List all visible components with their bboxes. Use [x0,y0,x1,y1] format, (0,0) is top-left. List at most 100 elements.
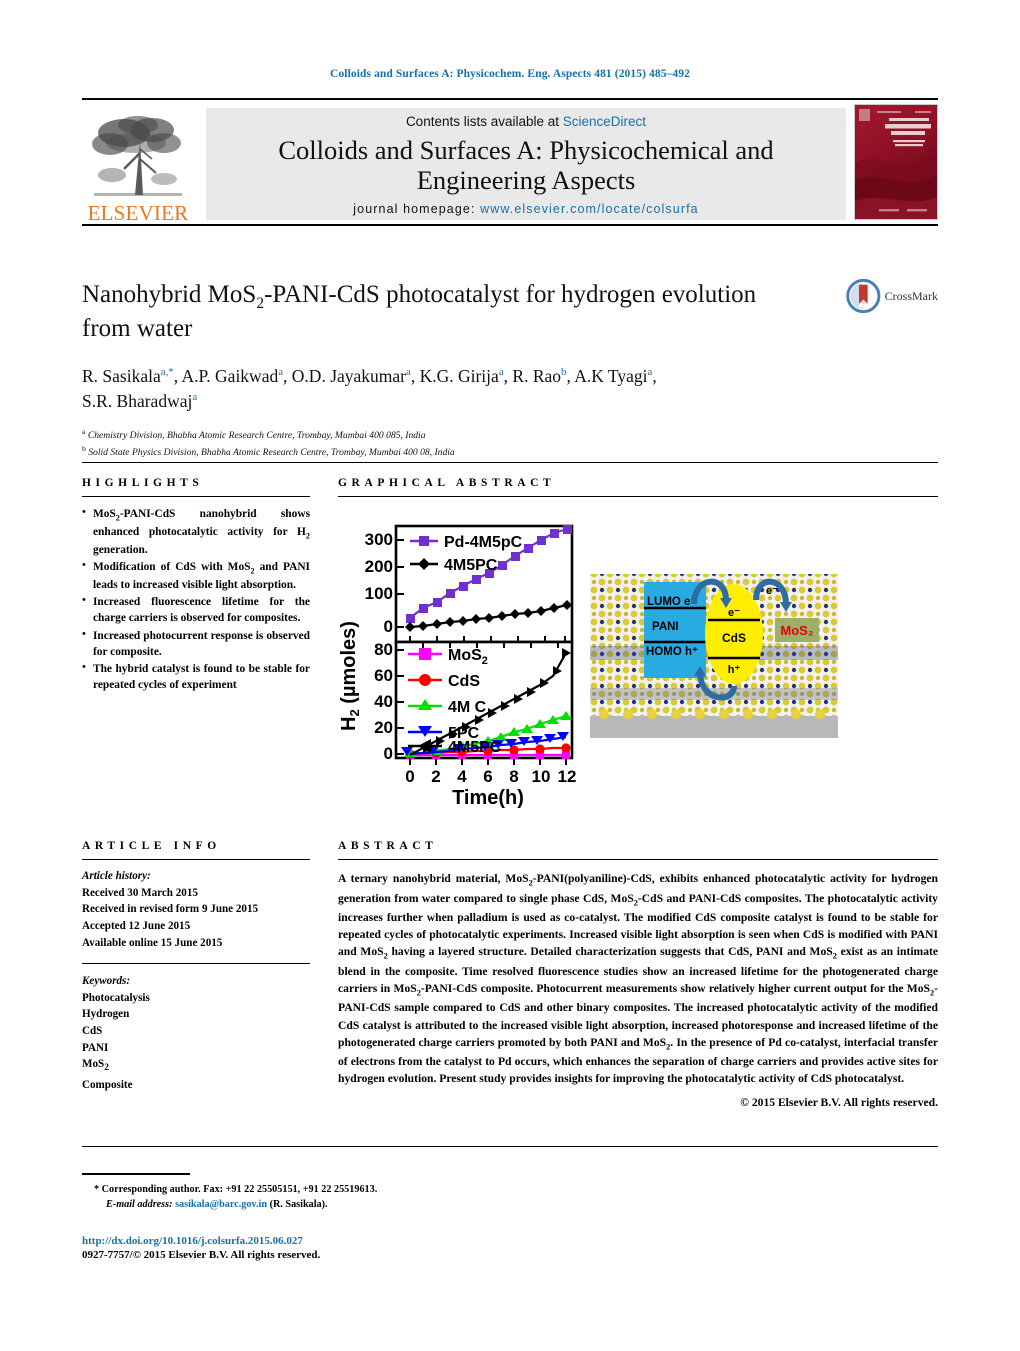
body-columns: HIGHLIGHTS MoS2-PANI-CdS nanohybrid show… [82,462,938,1109]
keywords-label: Keywords: [82,975,131,988]
article-info-rule [82,859,310,860]
masthead-top-rule [82,98,938,100]
crossmark-badge[interactable]: CrossMark [846,272,938,320]
mechanism-schematic: LUMO e⁻ PANI HOMO h⁺ e⁻ CdS h⁺ MoS₂ e⁻ [590,538,838,770]
label-lumo: LUMO e⁻ [647,596,697,608]
tick-200: 200 [365,557,393,576]
legend-4m5pc-bottom: 4M5PC [448,739,502,756]
crossmark-icon [846,278,881,314]
keyword-item: Photocatalysis [82,991,150,1004]
article-info-heading: ARTICLE INFO [82,840,221,852]
abstract-copyright: © 2015 Elsevier B.V. All rights reserved… [740,1096,938,1110]
abstract-column: ABSTRACT A ternary nanohybrid material, … [338,840,938,1109]
keyword-item: PANI [82,1041,109,1054]
issn-copyright-line: 0927-7757/© 2015 Elsevier B.V. All right… [82,1248,321,1261]
contents-prefix: Contents lists available at [405,114,563,130]
elsevier-logo: ELSEVIER [82,106,194,224]
history-label: Article history: [82,870,151,882]
chart-svg: H2 (µmoles) 300 200 100 0 Pd-4M5pC 4M5PC… [338,524,576,808]
abstract-heading: ABSTRACT [338,840,438,852]
label-electron-right: e⁻ [766,585,778,597]
list-item: Modification of CdS with MoS2 and PANI l… [82,558,310,593]
author-affil-mark: a [406,366,411,379]
sciencedirect-link[interactable]: ScienceDirect [563,114,646,129]
article-info-body: Article history: Received 30 March 2015 … [82,868,310,1093]
journal-title-line2: Engineering Aspects [416,165,636,195]
running-head: Colloids and Surfaces A: Physicochem. En… [330,68,690,80]
email-link[interactable]: sasikala@barc.gov.in [175,1199,267,1210]
list-item: MoS2-PANI-CdS nanohybrid shows enhanced … [82,505,310,558]
author-affil-mark: a [498,366,504,379]
list-item: The hybrid catalyst is found to be stabl… [82,660,310,693]
keyword-item: CdS [82,1025,103,1038]
journal-homepage-line: journal homepage: www.elsevier.com/locat… [353,202,698,216]
graphical-abstract-rule [338,496,938,497]
history-accepted: Accepted 12 June 2015 [82,919,191,932]
label-mos2: MoS₂ [780,623,813,638]
abstract-rule [338,859,938,860]
x-axis-label: Time(h) [452,787,524,808]
keyword-item: Hydrogen [82,1008,130,1021]
info-abstract-row: ARTICLE INFO Article history: Received 3… [82,840,938,1109]
paper-page: Colloids and Surfaces A: Physicochem. En… [0,0,1020,1351]
journal-cover-thumbnail [854,104,938,220]
graphical-abstract-heading: GRAPHICAL ABSTRACT [338,477,556,489]
tick-60: 60 [374,666,393,685]
legend-pd4m5pc: Pd-4M5pC [444,534,523,551]
affiliation-b-text: Solid State Physics Division, Bhabha Ato… [88,447,455,459]
chart-bottom-panel: 80 60 40 20 0 MoS2 CdS 4M C 5PC 4M5PC 0 … [374,640,576,808]
author-affil-mark: b [561,366,567,379]
tick-0-top: 0 [384,617,393,636]
y-axis-label: H2 (µmoles) [338,621,362,731]
mos2-label-box: MoS₂ [775,618,819,642]
xtick-10: 10 [532,767,551,786]
affiliation-a-text: Chemistry Division, Bhabha Atomic Resear… [87,429,426,441]
tick-20: 20 [374,718,393,737]
history-revised: Received in revised form 9 June 2015 [82,903,259,916]
homepage-prefix: journal homepage: [353,201,476,216]
chart-top-panel: 300 200 100 0 Pd-4M5pC 4M5PC [365,524,574,644]
elsevier-tree-icon [92,116,182,196]
email-suffix: (R. Sasikala). [269,1199,328,1210]
footnote-top-rule [82,1146,938,1147]
tick-40: 40 [374,692,393,711]
list-item: Increased photocurrent response is obser… [82,627,310,660]
journal-band: Contents lists available at ScienceDirec… [206,108,846,220]
corresponding-author-note: * Corresponding author. Fax: +91 22 2550… [82,1182,938,1213]
affiliation-a: a Chemistry Division, Bhabha Atomic Rese… [82,426,938,443]
tick-100: 100 [365,584,393,603]
doi-link[interactable]: http://dx.doi.org/10.1016/j.colsurfa.201… [82,1235,938,1247]
tick-300: 300 [365,530,393,549]
author-list: R. Sasikalaa,*, A.P. Gaikwada, O.D. Jaya… [82,366,657,411]
affiliations: a Chemistry Division, Bhabha Atomic Rese… [82,426,938,461]
affil-mark-b: b [82,444,86,454]
label-cds: CdS [722,631,746,645]
author-affil-mark: a [647,366,653,379]
title-line1-pre: Nanohybrid MoS [82,281,257,308]
journal-title-line1: Colloids and Surfaces A: Physicochemical… [278,135,774,166]
footnote-area: * Corresponding author. Fax: +91 22 2550… [82,1146,938,1261]
highlights-graphical-row: HIGHLIGHTS MoS2-PANI-CdS nanohybrid show… [82,477,938,808]
xtick-8: 8 [509,767,518,786]
title-block: Nanohybrid MoS2-PANI-CdS photocatalyst f… [82,278,938,461]
author-affil-mark: a [278,366,284,379]
tick-80: 80 [374,640,393,659]
highlights-rule [82,496,310,497]
history-received: Received 30 March 2015 [82,886,198,899]
graphical-abstract-column: GRAPHICAL ABSTRACT H2 (µmoles) 300 200 1… [338,477,938,808]
xtick-0: 0 [405,767,414,786]
tick-0-bottom: 0 [384,744,393,763]
highlights-list: MoS2-PANI-CdS nanohybrid shows enhanced … [82,505,310,693]
abstract-text: A ternary nanohybrid material, MoS2-PANI… [338,872,938,1086]
body-top-rule [82,462,938,463]
label-cds-electron: e⁻ [728,607,740,619]
xtick-12: 12 [558,767,577,786]
contents-available-line: Contents lists available at ScienceDirec… [406,114,646,129]
journal-homepage-link[interactable]: www.elsevier.com/locate/colsurfa [480,202,699,216]
highlights-heading: HIGHLIGHTS [82,477,204,489]
label-cds-hole: h⁺ [728,664,741,676]
highlights-column: HIGHLIGHTS MoS2-PANI-CdS nanohybrid show… [82,477,310,808]
h2-evolution-chart: H2 (µmoles) 300 200 100 0 Pd-4M5pC 4M5PC… [338,508,586,808]
title-subscript: 2 [256,295,265,312]
schematic-svg: LUMO e⁻ PANI HOMO h⁺ e⁻ CdS h⁺ MoS₂ e⁻ [590,538,838,770]
